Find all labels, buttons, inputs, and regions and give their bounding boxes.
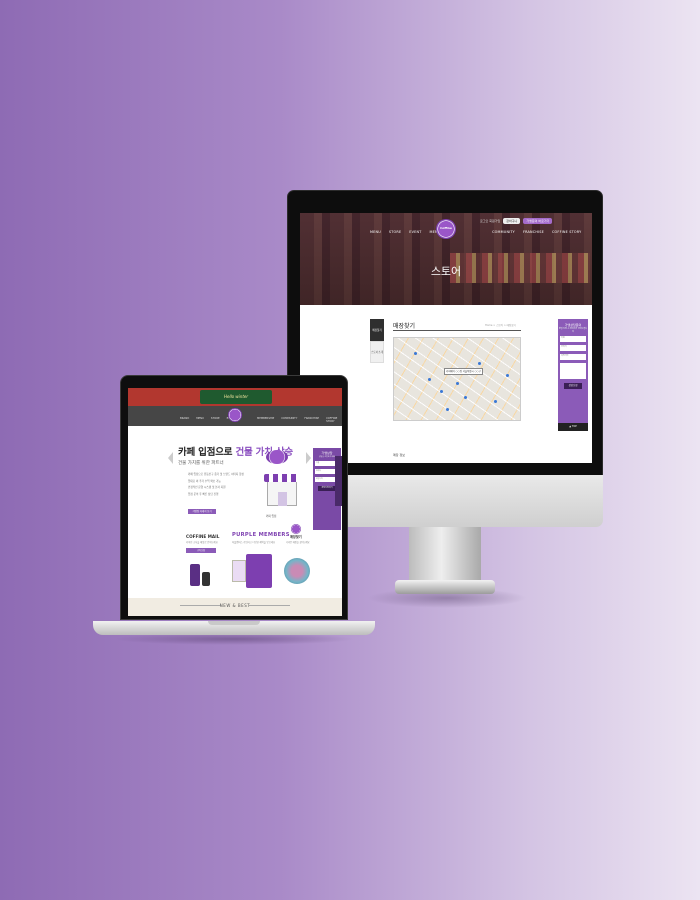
submit-button[interactable]: 상담신청하기 xyxy=(318,486,336,491)
phone-image xyxy=(190,564,200,586)
laptop-lid: Hello winter BRAND MENU STORE EVENT MEMB… xyxy=(120,375,348,620)
map-pin-icon[interactable] xyxy=(506,374,509,377)
store-info-label: 매장 정보 xyxy=(393,453,405,457)
nav-item-menu[interactable]: MENU xyxy=(196,417,204,423)
form-title: 가맹상담문의 xyxy=(564,323,582,327)
laptop: Hello winter BRAND MENU STORE EVENT MEMB… xyxy=(93,375,375,645)
phone-field[interactable]: 연락처 xyxy=(560,345,586,351)
cofme-title: COFFINE MAIL xyxy=(186,534,220,539)
nav-item-store[interactable]: STORE xyxy=(211,417,220,423)
nav-item-story[interactable]: COFFINE STORY xyxy=(552,230,581,234)
find-store-logo xyxy=(291,524,301,534)
store-map[interactable]: 커피베이 ○○점 서울특별시 ○○구 xyxy=(393,337,521,421)
form-subtitle: 창업 신청 시 담당자가 연락드립니다 xyxy=(558,328,588,333)
purple-members-subtitle: 퍼플멤버스 가입하고 다양한 혜택을 받으세요 xyxy=(232,541,276,544)
map-pin-icon[interactable] xyxy=(494,400,497,403)
chevron-left-icon[interactable] xyxy=(168,452,173,464)
nav-item-community[interactable]: COMMUNITY xyxy=(492,230,515,234)
nav-item-community[interactable]: COMMUNITY xyxy=(281,417,297,423)
form-title: 가맹상담 xyxy=(321,451,333,455)
top-button[interactable]: ▲ TOP xyxy=(558,423,588,431)
headline-part-a: 카페 입점으로 xyxy=(178,447,236,458)
map-pin-icon[interactable] xyxy=(478,362,481,365)
store-logo-badge xyxy=(266,450,288,464)
franchise-form: 가맹상담문의 창업 신청 시 담당자가 연락드립니다 이름 연락처 희망지역 상… xyxy=(558,319,588,423)
topbar-links[interactable]: 로그인 회원가입 xyxy=(480,219,500,223)
breadcrumb: Home > 스토어 > 매장찾기 xyxy=(485,324,516,327)
map-pin-icon[interactable] xyxy=(428,378,431,381)
new-best-title: NEW & BEST xyxy=(219,603,251,608)
map-pin-icon[interactable] xyxy=(414,352,417,355)
brand-logo-text: Coffine xyxy=(440,226,452,230)
map-pin-icon[interactable] xyxy=(456,382,459,385)
chevron-right-icon[interactable] xyxy=(306,452,311,464)
brand-logo[interactable] xyxy=(228,408,242,422)
map-pin-icon[interactable] xyxy=(446,408,449,411)
map-pin-icon[interactable] xyxy=(464,396,467,399)
subscribe-button[interactable]: 구독신청 xyxy=(186,548,216,553)
laptop-screen: Hello winter BRAND MENU STORE EVENT MEMB… xyxy=(128,388,342,616)
purple-members-title: PURPLE MEMBERS xyxy=(232,532,290,538)
cart-pill[interactable]: 장바구니 xyxy=(503,218,521,224)
store-awning xyxy=(264,474,300,482)
side-nav-inactive[interactable]: 스토어소개 xyxy=(370,341,384,363)
map-store-label: 커피베이 ○○점 서울특별시 ○○구 xyxy=(444,368,483,375)
nav-logo-spacer xyxy=(242,417,250,423)
map-pin-icon[interactable] xyxy=(440,390,443,393)
region-field[interactable]: 희망지역 xyxy=(560,354,586,360)
nav-item-event[interactable]: EVENT xyxy=(409,230,421,234)
find-store-title: 매장찾기 xyxy=(290,535,302,539)
store-caption: 커피 입점 xyxy=(266,515,277,518)
nav-logo-spacer xyxy=(462,230,484,234)
message-textarea[interactable] xyxy=(560,363,586,379)
nav-item-brand[interactable]: BRAND xyxy=(180,417,189,423)
nav-item-franchise[interactable]: FRANCHISE xyxy=(523,230,544,234)
list-item: 카페 입점으로 유동인구 증가 및 브랜드 이미지 향상 xyxy=(188,473,244,476)
member-card-back xyxy=(232,560,246,582)
store-door xyxy=(278,492,287,506)
member-card[interactable] xyxy=(246,554,272,588)
name-field[interactable]: 이름 xyxy=(560,336,586,342)
storefront-illustration xyxy=(264,474,300,510)
nav-item-franchise[interactable]: FRANCHISE xyxy=(304,417,319,423)
hero-title: 스토어 xyxy=(430,265,462,278)
franchise-pill[interactable]: 가맹문의 바로가기 xyxy=(523,218,553,224)
nav-item-story[interactable]: COFFINE STORY xyxy=(326,417,342,423)
benefit-list: 카페 입점으로 유동인구 증가 및 브랜드 이미지 향상 임대료 외 추가 수익… xyxy=(188,472,244,498)
nav-item-menu[interactable]: MENU xyxy=(370,230,381,234)
top-banner[interactable]: Hello winter xyxy=(128,388,342,406)
nav-item-membership[interactable]: MEMBERSHIP xyxy=(257,417,274,423)
list-item: 입점 문의 후 빠른 상담 진행 xyxy=(188,492,219,496)
phone-image-secondary xyxy=(202,572,210,586)
cofme-subtitle: 커피인 소식을 메일로 받아보세요 xyxy=(186,541,218,544)
title-divider xyxy=(393,330,521,331)
brand-logo[interactable]: Coffine xyxy=(436,219,456,239)
page-title: 매장찾기 xyxy=(393,323,416,330)
nav-item-store[interactable]: STORE xyxy=(389,230,401,234)
sub-headline: 건물 가치를 위한 파트너 xyxy=(178,461,224,466)
submit-button[interactable]: 상담신청 xyxy=(564,383,582,389)
laptop-notch xyxy=(208,621,260,625)
find-store-subtitle: 가까운 매장을 찾아보세요 xyxy=(286,541,310,544)
desktop-nav: MENU STORE EVENT MEMBERSHIP COMMUNITY FR… xyxy=(370,230,581,234)
side-nav: 매장찾기 스토어소개 xyxy=(370,319,384,363)
banner-text: Hello winter xyxy=(200,390,272,404)
monitor-foot xyxy=(395,580,495,594)
side-nav-active[interactable]: 매장찾기 xyxy=(370,319,384,341)
franchise-detail-button[interactable]: 가맹점 자세히 보기 xyxy=(188,509,216,514)
find-store-image[interactable] xyxy=(284,558,310,584)
side-tab[interactable] xyxy=(335,456,342,506)
monitor-stand xyxy=(409,527,481,582)
desktop-hero: 로그인 회원가입 장바구니 가맹문의 바로가기 MENU STORE EVENT… xyxy=(300,213,592,305)
laptop-nav-items: BRAND MENU STORE EVENT MEMBERSHIP COMMUN… xyxy=(180,417,342,423)
desktop-topbar: 로그인 회원가입 장바구니 가맹문의 바로가기 xyxy=(480,218,553,224)
